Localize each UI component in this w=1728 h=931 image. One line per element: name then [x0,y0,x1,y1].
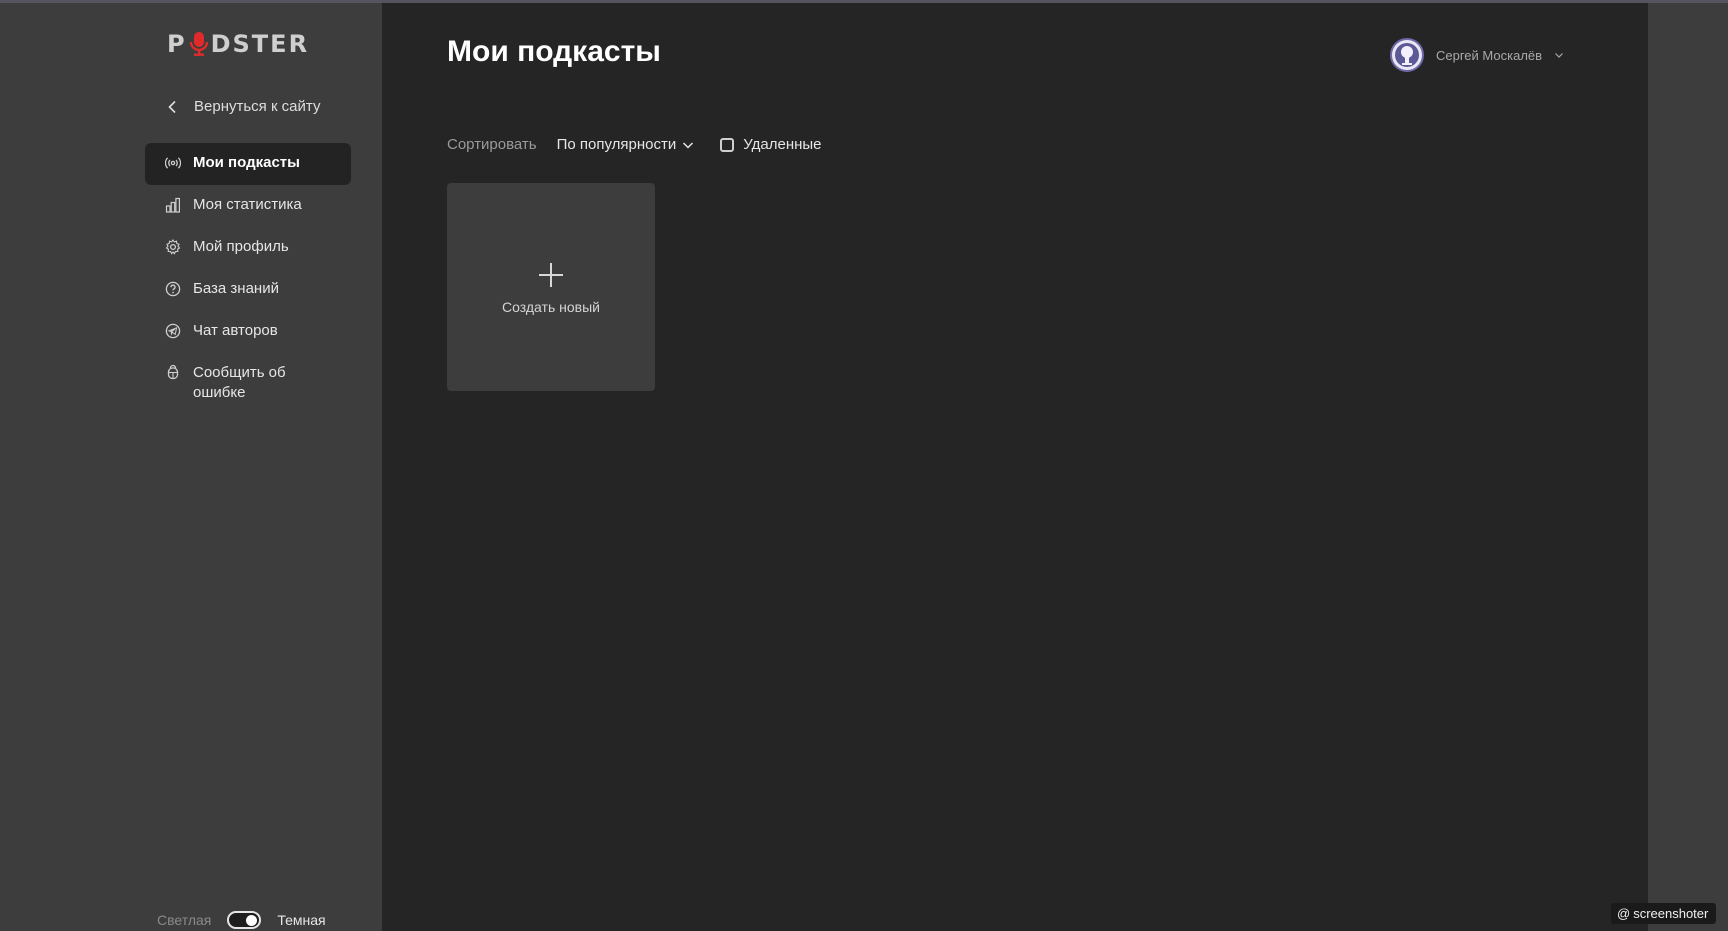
telegram-icon [165,323,181,339]
sidebar-item-authors-chat[interactable]: Чат авторов [145,311,351,353]
screenshoter-badge: @ screenshoter [1611,903,1717,924]
sidebar-nav: Мои подкасты Моя статистика Мой профиль [145,143,351,415]
sidebar-item-my-profile[interactable]: Мой профиль [145,227,351,269]
plus-icon [539,263,563,287]
sidebar-item-label: Мой профиль [193,238,289,255]
sort-select-value: По популярности [556,136,677,153]
broadcast-icon [165,157,181,169]
microphone-logo-icon [189,32,208,56]
deleted-checkbox[interactable] [720,137,735,152]
sidebar-item-label: Мои подкасты [193,154,300,171]
sidebar-item-report-bug[interactable]: Сообщить об ошибке [145,353,351,415]
logo-text-right: DSTER [210,30,310,58]
sidebar: P DSTER Вернуться к сайту Мои подкасты М… [0,3,382,931]
podster-logo[interactable]: P DSTER [167,30,309,58]
back-to-site-link[interactable]: Вернуться к сайту [166,98,320,115]
create-podcast-card[interactable]: Создать новый [447,183,655,391]
avatar [1390,38,1424,72]
sidebar-item-my-statistics[interactable]: Моя статистика [145,185,351,227]
theme-switch-knob [246,915,258,926]
theme-switch[interactable] [227,911,262,929]
page-title: Мои подкасты [447,35,661,68]
sort-select[interactable]: По популярности [557,136,695,153]
bar-chart-icon [165,197,180,213]
sidebar-item-label: Чат авторов [193,322,278,339]
user-menu[interactable]: Сергей Москалёв [1390,38,1564,72]
right-gutter [1648,3,1728,931]
deleted-filter[interactable]: Удаленные [720,136,822,153]
user-name: Сергей Москалёв [1436,47,1543,63]
screenshoter-label: screenshoter [1633,906,1709,921]
sidebar-item-label: Сообщить об ошибке [193,364,286,401]
sidebar-item-my-podcasts[interactable]: Мои подкасты [145,143,351,185]
avatar-image-icon [1395,43,1419,67]
sort-label: Сортировать [447,136,537,153]
podcasts-toolbar: Сортировать По популярности Удаленные [447,136,822,153]
theme-light-label[interactable]: Светлая [157,912,211,928]
sidebar-item-knowledge-base[interactable]: База знаний [145,269,351,311]
sidebar-item-label: Моя статистика [193,196,302,213]
deleted-label: Удаленные [743,136,822,153]
gear-icon [165,239,181,255]
chevron-down-icon [683,141,694,149]
logo-text-left: P [167,30,187,58]
chevron-left-icon [168,100,176,113]
at-icon: @ [1617,906,1631,921]
theme-dark-label[interactable]: Темная [277,912,325,928]
theme-toggle: Светлая Темная [157,911,326,929]
sidebar-item-label: База знаний [193,280,279,297]
chevron-down-icon [1555,53,1563,58]
create-podcast-label: Создать новый [502,299,600,315]
bug-icon [167,364,179,380]
question-circle-icon [165,281,181,297]
back-to-site-label: Вернуться к сайту [194,98,321,115]
